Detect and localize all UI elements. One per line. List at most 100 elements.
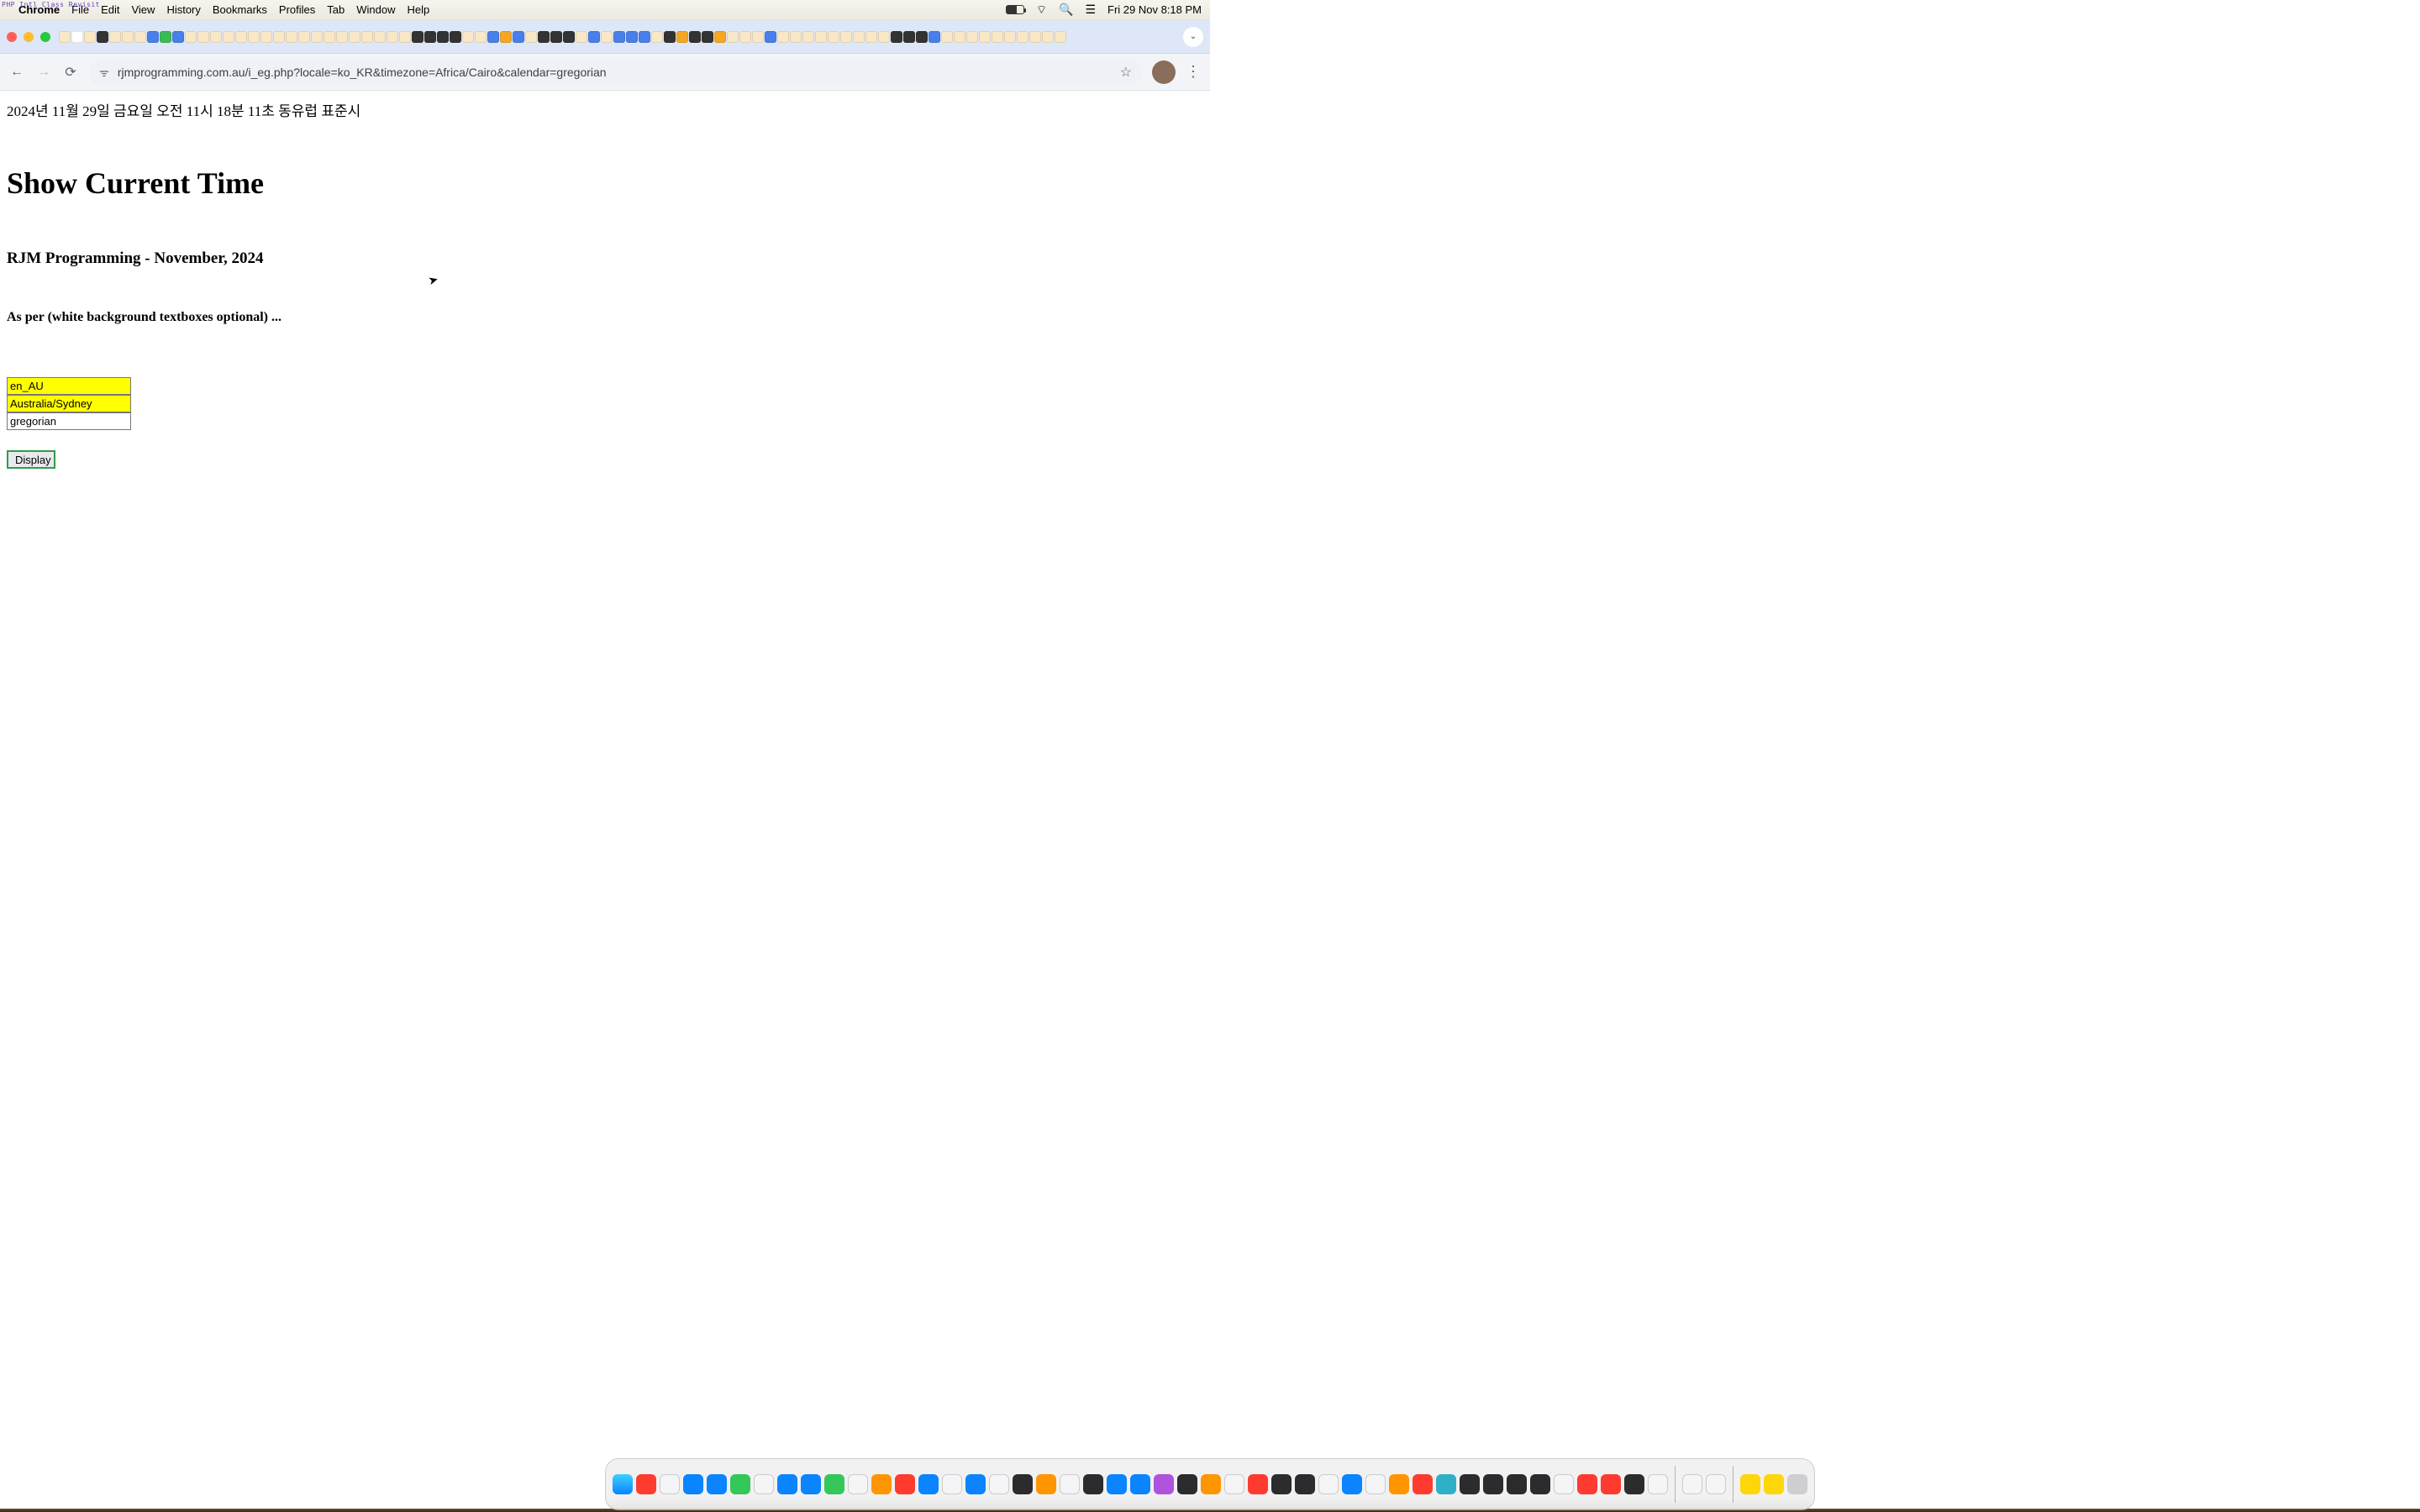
site-settings-icon[interactable]: ᯤ <box>99 65 109 80</box>
dock-app-icon[interactable] <box>1365 1474 1386 1494</box>
dock-app-icon[interactable] <box>1342 1474 1362 1494</box>
tab-icon[interactable] <box>613 31 625 43</box>
timezone-input[interactable] <box>7 395 131 412</box>
dock-app-icon[interactable] <box>801 1474 821 1494</box>
dock-app-icon[interactable] <box>965 1474 986 1494</box>
menu-profiles[interactable]: Profiles <box>279 3 315 16</box>
tab-icon[interactable] <box>109 31 121 43</box>
menu-view[interactable]: View <box>131 3 155 16</box>
menu-edit[interactable]: Edit <box>101 3 119 16</box>
tab-icon[interactable] <box>550 31 562 43</box>
tab-icon[interactable] <box>374 31 386 43</box>
dock-app-icon[interactable] <box>1201 1474 1221 1494</box>
tab-icon[interactable] <box>840 31 852 43</box>
tab-icon[interactable] <box>437 31 449 43</box>
menu-history[interactable]: History <box>166 3 200 16</box>
tab-icon[interactable] <box>689 31 701 43</box>
calendar-input[interactable] <box>7 412 131 430</box>
tab-icon[interactable] <box>97 31 108 43</box>
tab-icon[interactable] <box>903 31 915 43</box>
dock-app-icon[interactable] <box>1648 1474 1668 1494</box>
tab-icon[interactable] <box>1042 31 1054 43</box>
dock-app-icon[interactable] <box>1460 1474 1480 1494</box>
address-bar[interactable]: ᯤ rjmprogramming.com.au/i_eg.php?locale=… <box>89 60 1142 85</box>
menu-tab[interactable]: Tab <box>327 3 345 16</box>
menu-bookmarks[interactable]: Bookmarks <box>213 3 267 16</box>
dock-app-icon[interactable] <box>1036 1474 1056 1494</box>
tab-icon[interactable] <box>941 31 953 43</box>
tab-icon[interactable] <box>676 31 688 43</box>
tab-icon[interactable] <box>500 31 512 43</box>
chrome-menu-button[interactable]: ⋮ <box>1186 63 1202 81</box>
tab-icon[interactable] <box>71 31 83 43</box>
dock-folder-icon[interactable] <box>1764 1474 1784 1494</box>
dock-recent-icon[interactable] <box>1706 1474 1726 1494</box>
dock-app-icon[interactable] <box>1013 1474 1033 1494</box>
dock-app-icon[interactable] <box>1413 1474 1433 1494</box>
tab-icon[interactable] <box>664 31 676 43</box>
url-text[interactable]: rjmprogramming.com.au/i_eg.php?locale=ko… <box>118 66 1112 79</box>
dock-app-icon[interactable] <box>989 1474 1009 1494</box>
dock-app-icon[interactable] <box>730 1474 750 1494</box>
dock-app-icon[interactable] <box>1577 1474 1597 1494</box>
tab-icon[interactable] <box>979 31 991 43</box>
tab-icon[interactable] <box>777 31 789 43</box>
tab-icon[interactable] <box>853 31 865 43</box>
dock-app-icon[interactable] <box>1248 1474 1268 1494</box>
spotlight-icon[interactable]: 🔍 <box>1059 3 1073 17</box>
dock-app-icon[interactable] <box>1154 1474 1174 1494</box>
tab-icon[interactable] <box>122 31 134 43</box>
dock-app-icon[interactable] <box>707 1474 727 1494</box>
menu-window[interactable]: Window <box>356 3 395 16</box>
dock-app-icon[interactable] <box>1318 1474 1339 1494</box>
dock-app-icon[interactable] <box>824 1474 844 1494</box>
dock-app-icon[interactable] <box>895 1474 915 1494</box>
tab-icon[interactable] <box>727 31 739 43</box>
tab-icon[interactable] <box>172 31 184 43</box>
tab-icon[interactable] <box>235 31 247 43</box>
tab-icon[interactable] <box>59 31 71 43</box>
dock-app-icon[interactable] <box>1624 1474 1644 1494</box>
dock-app-icon[interactable] <box>942 1474 962 1494</box>
tab-icon[interactable] <box>588 31 600 43</box>
tab-icon[interactable] <box>802 31 814 43</box>
dock-app-icon[interactable] <box>754 1474 774 1494</box>
tab-icon[interactable] <box>916 31 928 43</box>
tab-icon[interactable] <box>765 31 776 43</box>
tab-icon[interactable] <box>1055 31 1066 43</box>
forward-button[interactable]: → <box>35 65 52 80</box>
tab-icon[interactable] <box>651 31 663 43</box>
tab-icon[interactable] <box>1017 31 1028 43</box>
window-minimize-button[interactable] <box>24 32 34 42</box>
dock-app-icon[interactable] <box>1177 1474 1197 1494</box>
dock-recent-icon[interactable] <box>1682 1474 1702 1494</box>
dock-app-icon[interactable] <box>1554 1474 1574 1494</box>
profile-avatar[interactable] <box>1152 60 1176 84</box>
dock-app-icon[interactable] <box>777 1474 797 1494</box>
control-center-icon[interactable]: ☰ <box>1085 3 1096 17</box>
back-button[interactable]: ← <box>8 65 25 80</box>
dock-app-icon[interactable] <box>683 1474 703 1494</box>
tab-icon[interactable] <box>752 31 764 43</box>
dock-app-icon[interactable] <box>636 1474 656 1494</box>
tab-icon[interactable] <box>513 31 524 43</box>
battery-icon[interactable] <box>1006 5 1024 14</box>
dock-app-icon[interactable] <box>1436 1474 1456 1494</box>
tab-icon[interactable] <box>790 31 802 43</box>
tab-icon[interactable] <box>412 31 424 43</box>
tab-icon[interactable] <box>147 31 159 43</box>
dock-app-icon[interactable] <box>871 1474 892 1494</box>
tab-icon[interactable] <box>399 31 411 43</box>
tab-icon[interactable] <box>891 31 902 43</box>
menu-help[interactable]: Help <box>408 3 430 16</box>
tab-icon[interactable] <box>1029 31 1041 43</box>
menubar-clock[interactable]: Fri 29 Nov 8:18 PM <box>1107 3 1202 16</box>
tab-icon[interactable] <box>84 31 96 43</box>
tab-icon[interactable] <box>538 31 550 43</box>
tab-icon[interactable] <box>954 31 965 43</box>
dock-app-icon[interactable] <box>1507 1474 1527 1494</box>
tab-icon[interactable] <box>160 31 171 43</box>
tab-icon[interactable] <box>601 31 613 43</box>
tab-icon[interactable] <box>626 31 638 43</box>
tab-icon[interactable] <box>487 31 499 43</box>
